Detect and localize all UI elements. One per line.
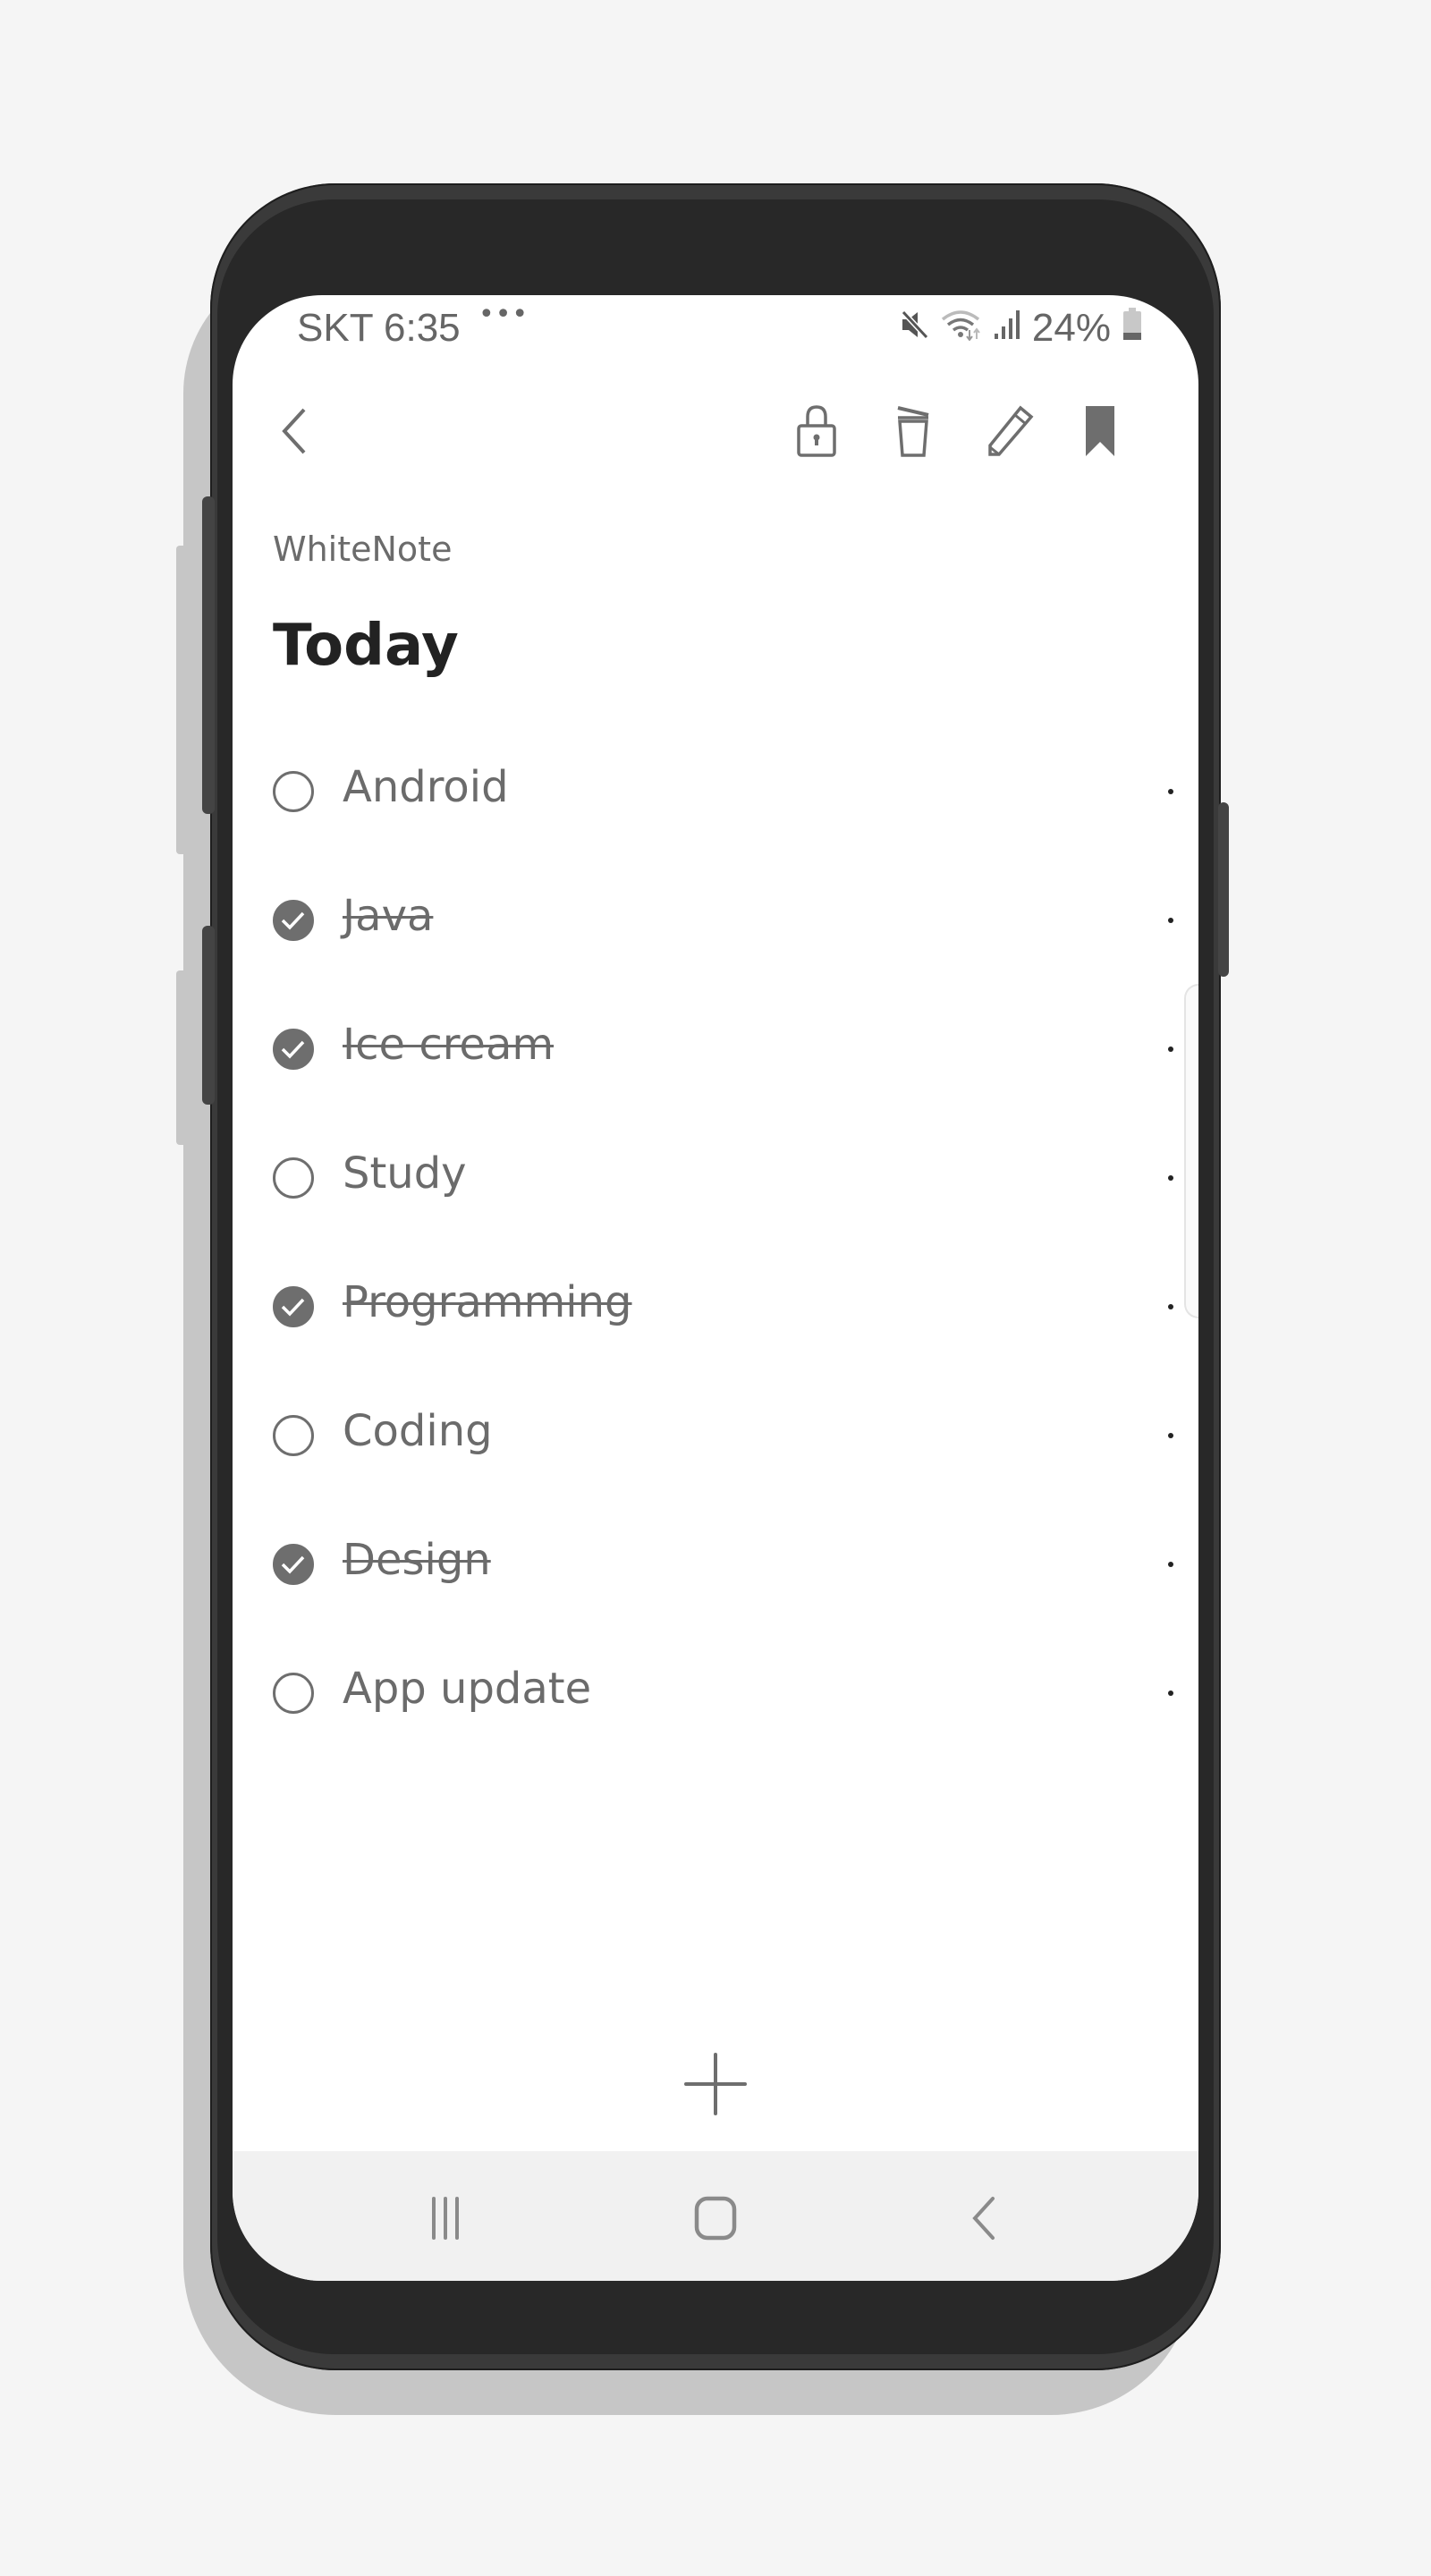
- lock-icon: [797, 405, 836, 457]
- checklist-item-label[interactable]: Coding: [343, 1406, 493, 1456]
- bookmark-icon: [1086, 406, 1114, 456]
- checkbox-checked[interactable]: [273, 900, 314, 941]
- app-label: WhiteNote: [273, 530, 453, 569]
- checklist-item-label[interactable]: Java: [343, 891, 433, 941]
- navigation-bar: [233, 2151, 1198, 2281]
- edit-button[interactable]: [985, 404, 1038, 458]
- trash-icon: [897, 406, 929, 457]
- checkmark-icon: [281, 911, 305, 930]
- checklist-item[interactable]: Programming: [233, 1258, 1198, 1356]
- checkbox-unchecked[interactable]: [273, 1673, 314, 1714]
- checkbox-unchecked[interactable]: [273, 771, 314, 812]
- mute-icon: [900, 306, 930, 351]
- recents-icon: [432, 2197, 459, 2240]
- checklist-item[interactable]: Ice cream: [233, 1000, 1198, 1098]
- checklist-item-label[interactable]: Programming: [343, 1277, 632, 1327]
- item-drag-handle[interactable]: [1168, 1304, 1173, 1309]
- item-drag-handle[interactable]: [1168, 789, 1173, 794]
- checklist-item-label[interactable]: Design: [343, 1535, 491, 1585]
- checkmark-icon: [281, 1298, 305, 1317]
- checklist-item[interactable]: Study: [233, 1129, 1198, 1227]
- item-drag-handle[interactable]: [1168, 918, 1173, 923]
- carrier-time: SKT 6:35: [297, 306, 461, 350]
- power-button: [1218, 802, 1229, 977]
- system-back-button[interactable]: [957, 2191, 1011, 2245]
- delete-button[interactable]: [886, 404, 940, 458]
- add-item-button[interactable]: [684, 2053, 747, 2115]
- status-bar: SKT 6:35 ••• 24%: [233, 295, 1198, 358]
- checkmark-icon: [281, 1040, 305, 1059]
- scroll-handle[interactable]: [1184, 984, 1198, 1318]
- recents-button[interactable]: [419, 2191, 472, 2245]
- checkbox-checked[interactable]: [273, 1286, 314, 1327]
- battery-percent: 24%: [1031, 306, 1111, 350]
- bookmark-button[interactable]: [1073, 404, 1127, 458]
- screen: SKT 6:35 ••• 24% WhiteNote Today Android…: [233, 295, 1198, 2281]
- signal-icon: [993, 306, 1021, 351]
- checklist-item[interactable]: Android: [233, 742, 1198, 841]
- checklist-item-label[interactable]: Android: [343, 762, 509, 812]
- checklist-item[interactable]: Java: [233, 871, 1198, 970]
- lock-button[interactable]: [790, 404, 843, 458]
- home-button[interactable]: [689, 2191, 742, 2245]
- checklist-item[interactable]: Coding: [233, 1386, 1198, 1485]
- checklist-item[interactable]: Design: [233, 1515, 1198, 1614]
- volume-button: [202, 496, 215, 814]
- item-drag-handle[interactable]: [1168, 1690, 1173, 1696]
- note-title: Today: [273, 613, 459, 679]
- item-drag-handle[interactable]: [1168, 1433, 1173, 1438]
- checklist-item[interactable]: App update: [233, 1644, 1198, 1742]
- back-icon: [972, 2197, 995, 2240]
- home-icon: [694, 2196, 737, 2241]
- battery-icon: [1122, 306, 1143, 351]
- checkmark-icon: [281, 1555, 305, 1574]
- checklist-item-label[interactable]: App update: [343, 1664, 591, 1714]
- status-icons: 24%: [900, 306, 1143, 351]
- more-notifications-indicator: •••: [478, 299, 529, 330]
- checklist-item-label[interactable]: Ice cream: [343, 1020, 554, 1070]
- pencil-icon: [988, 405, 1034, 456]
- bixby-button: [202, 926, 215, 1105]
- checkbox-unchecked[interactable]: [273, 1157, 314, 1199]
- shadow-side-button: [176, 546, 187, 854]
- item-drag-handle[interactable]: [1168, 1562, 1173, 1567]
- checkbox-checked[interactable]: [273, 1544, 314, 1585]
- note-toolbar: [233, 385, 1198, 474]
- wifi-icon: [941, 306, 982, 351]
- chevron-left-icon: [282, 408, 306, 454]
- plus-icon: [684, 2053, 747, 2115]
- shadow-side-button: [176, 970, 187, 1145]
- checkbox-checked[interactable]: [273, 1029, 314, 1070]
- item-drag-handle[interactable]: [1168, 1046, 1173, 1052]
- item-drag-handle[interactable]: [1168, 1175, 1173, 1181]
- checkbox-unchecked[interactable]: [273, 1415, 314, 1456]
- checklist-item-label[interactable]: Study: [343, 1148, 467, 1199]
- back-button[interactable]: [268, 404, 322, 458]
